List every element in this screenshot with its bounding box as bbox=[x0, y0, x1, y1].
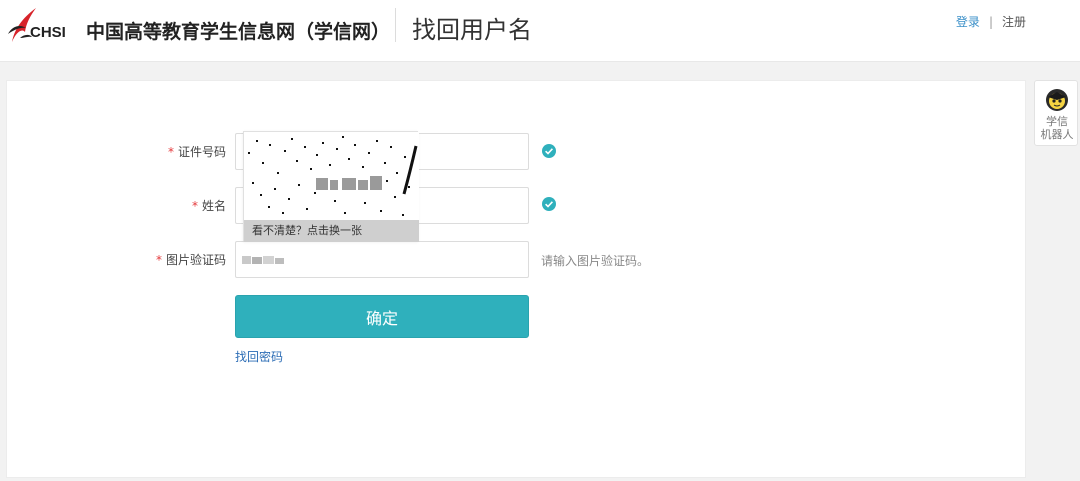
required-mark: * bbox=[155, 253, 162, 267]
captcha-label-text: 图片验证码 bbox=[165, 253, 226, 267]
name-label-text: 姓名 bbox=[201, 199, 226, 213]
page-title: 找回用户名 bbox=[412, 16, 532, 44]
check-circle-icon bbox=[542, 197, 556, 211]
site-name: 中国高等教育学生信息网（学信网） bbox=[86, 21, 391, 43]
captcha-popup: 看不清楚？点击换一张 bbox=[243, 131, 419, 242]
robot-label: 学信 机器人 bbox=[1035, 115, 1079, 141]
captcha-refresh-link[interactable]: 看不清楚？点击换一张 bbox=[244, 220, 419, 242]
blurred-captcha-value bbox=[242, 256, 284, 264]
submit-button[interactable]: 确定 bbox=[235, 295, 529, 338]
register-link[interactable]: 注册 bbox=[1002, 15, 1026, 29]
forgot-password-link[interactable]: 找回密码 bbox=[235, 348, 283, 365]
captcha-label: * 图片验证码 bbox=[0, 251, 226, 268]
captcha-image[interactable] bbox=[244, 132, 419, 220]
robot-avatar-icon bbox=[1046, 89, 1068, 111]
robot-assistant-button[interactable]: 学信 机器人 bbox=[1034, 80, 1078, 146]
check-circle-icon bbox=[542, 144, 556, 158]
login-link[interactable]: 登录 bbox=[956, 15, 980, 29]
top-links: 登录 | 注册 bbox=[956, 13, 1026, 30]
link-separator: | bbox=[988, 15, 993, 29]
captcha-hint: 请输入图片验证码。 bbox=[541, 254, 650, 268]
id-number-label: * 证件号码 bbox=[0, 143, 226, 160]
logo-text: CHSI bbox=[30, 24, 66, 41]
required-mark: * bbox=[191, 199, 198, 213]
header-divider bbox=[395, 8, 396, 42]
id-number-label-text: 证件号码 bbox=[177, 145, 226, 159]
site-header: CHSI 中国高等教育学生信息网（学信网） 找回用户名 登录 | 注册 bbox=[0, 0, 1080, 62]
name-label: * 姓名 bbox=[0, 197, 226, 214]
required-mark: * bbox=[167, 145, 174, 159]
robot-label-line2: 机器人 bbox=[1040, 128, 1074, 141]
robot-label-line1: 学信 bbox=[1046, 115, 1068, 128]
